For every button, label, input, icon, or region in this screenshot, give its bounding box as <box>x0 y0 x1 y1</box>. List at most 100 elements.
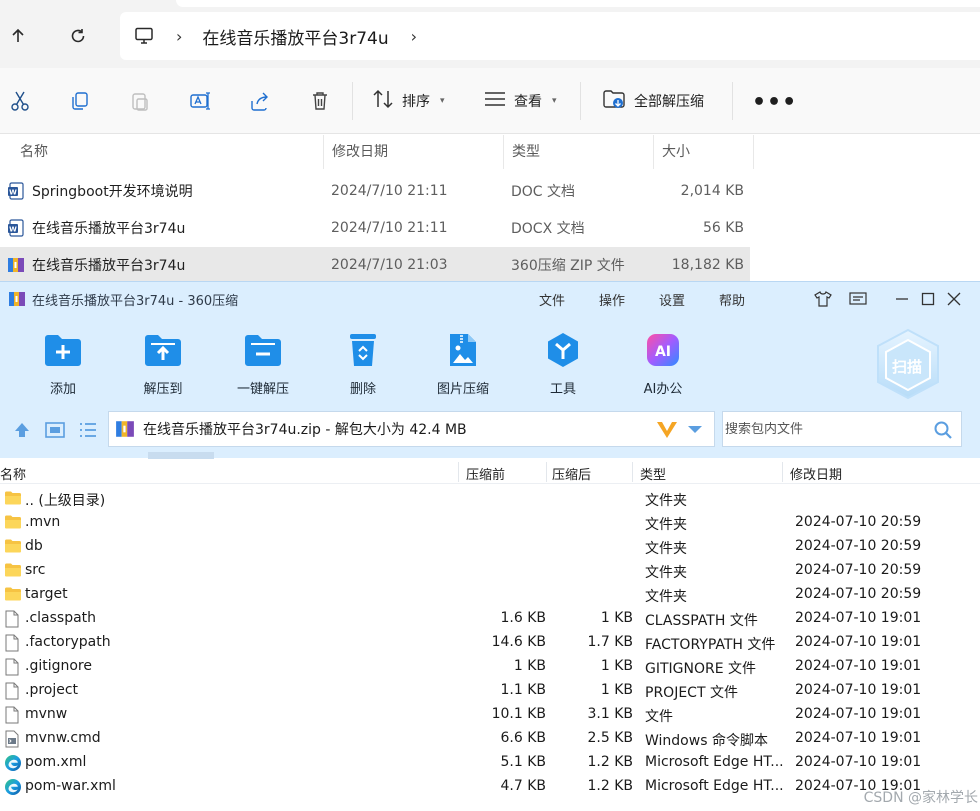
zip-list-row[interactable]: pom.xml 5.1 KB 1.2 KB Microsoft Edge HT... 2… <box>0 751 980 775</box>
file-row[interactable]: W Springboot开发环境说明 2024/7/10 21:11 DOC 文… <box>0 173 750 209</box>
cut-icon[interactable] <box>7 88 33 114</box>
view-button[interactable]: 查看 ▾ <box>484 88 557 114</box>
extract-folder-icon <box>143 330 183 370</box>
column-size[interactable]: 大小 <box>654 135 754 169</box>
chevron-right-icon[interactable]: › <box>411 27 417 46</box>
search-input[interactable] <box>725 421 925 437</box>
menu-settings[interactable]: 设置 <box>659 290 685 309</box>
entry-name: mvnw <box>25 706 68 722</box>
v-badge-icon[interactable] <box>655 419 679 445</box>
scan-button[interactable]: 扫描 <box>872 326 944 406</box>
menu-action[interactable]: 操作 <box>599 290 625 309</box>
edge-icon <box>4 754 22 776</box>
zip-list-row[interactable]: pom-war.xml 4.7 KB 1.2 KB Microsoft Edge HT… <box>0 775 980 799</box>
extract-all-button[interactable]: 全部解压缩 <box>602 88 704 114</box>
zip-list-row[interactable]: target 文件夹 2024-07-10 20:59 <box>0 583 980 607</box>
file-row[interactable]: W 在线音乐播放平台3r74u 2024/7/10 21:11 DOCX 文档 … <box>0 210 750 246</box>
cmd-script-icon <box>4 730 20 752</box>
column-date[interactable]: 修改日期 <box>324 135 504 169</box>
column-divider[interactable] <box>632 462 633 482</box>
entry-size-after: 1.2 KB <box>587 778 634 794</box>
delete-icon[interactable] <box>307 88 333 114</box>
zip-list-row[interactable]: .. (上级目录) 文件夹 <box>0 487 980 511</box>
image-compress-button[interactable]: 图片压缩 <box>421 330 505 397</box>
column-modified[interactable]: 修改日期 <box>790 464 842 483</box>
entry-type: 文件夹 <box>645 493 687 509</box>
share-icon[interactable] <box>247 88 273 114</box>
zip-list-row[interactable]: db 文件夹 2024-07-10 20:59 <box>0 535 980 559</box>
menu-help[interactable]: 帮助 <box>719 290 745 309</box>
paste-icon[interactable] <box>127 88 153 114</box>
file-row[interactable]: 在线音乐播放平台3r74u 2024/7/10 21:03 360压缩 ZIP … <box>0 247 750 283</box>
entry-type: Windows 命令脚本 <box>645 733 768 749</box>
extract-folder-icon <box>602 88 626 114</box>
list-view-icon[interactable] <box>78 420 98 444</box>
entry-name: db <box>25 538 43 554</box>
thumbnail-view-icon[interactable] <box>45 420 65 444</box>
entry-size-after: 1 KB <box>600 610 633 626</box>
word-doc-icon: W <box>7 182 25 204</box>
entry-name: src <box>25 562 46 578</box>
zip-list-row[interactable]: .gitignore 1 KB 1 KB GITIGNORE 文件 2024-07-10… <box>0 655 980 679</box>
entry-size-before: 10.1 KB <box>491 706 546 722</box>
zip-title-bar: 在线音乐播放平台3r74u - 360压缩 文件 操作 设置 帮助 <box>0 282 980 316</box>
zip-list-row[interactable]: .classpath 1.6 KB 1 KB CLASSPATH 文件 2024-07-… <box>0 607 980 631</box>
entry-name: .factorypath <box>25 634 111 650</box>
column-name[interactable]: 名称 <box>0 464 26 483</box>
column-type[interactable]: 类型 <box>504 135 654 169</box>
file-size: 18,182 KB <box>671 257 744 273</box>
tool-label: 解压到 <box>143 382 183 397</box>
entry-name: .mvn <box>25 514 61 530</box>
menu-file[interactable]: 文件 <box>539 290 565 309</box>
more-options-icon[interactable]: ••• <box>752 90 797 115</box>
column-name[interactable]: 名称 <box>12 135 324 169</box>
delete-button[interactable]: 删除 <box>321 330 405 397</box>
column-before[interactable]: 压缩前 <box>466 464 505 483</box>
breadcrumb[interactable]: 在线音乐播放平台3r74u <box>202 24 388 49</box>
address-bar[interactable]: › 在线音乐播放平台3r74u › <box>120 12 980 60</box>
extract-to-button[interactable]: 解压到 <box>121 330 205 397</box>
skin-shirt-icon[interactable] <box>813 289 833 309</box>
minimize-icon[interactable] <box>892 289 912 309</box>
close-icon[interactable] <box>944 289 964 309</box>
zip-list-row[interactable]: .factorypath 14.6 KB 1.7 KB FACTORYPATH 文件 2… <box>0 631 980 655</box>
folder-icon <box>4 490 22 510</box>
sort-button[interactable]: 排序 ▾ <box>372 88 445 114</box>
zip-list-row[interactable]: .mvn 文件夹 2024-07-10 20:59 <box>0 511 980 535</box>
svg-text:AI: AI <box>655 344 671 360</box>
add-button[interactable]: 添加 <box>21 330 105 397</box>
dropdown-arrow-icon[interactable] <box>687 422 703 440</box>
column-divider[interactable] <box>546 462 547 482</box>
zip-list-row[interactable]: mvnw.cmd 6.6 KB 2.5 KB Windows 命令脚本 2024-07-… <box>0 727 980 751</box>
entry-type: Microsoft Edge HT... <box>645 754 783 770</box>
archive-path-field[interactable]: 在线音乐播放平台3r74u.zip - 解包大小为 42.4 MB <box>108 411 715 447</box>
tools-button[interactable]: 工具 <box>521 330 605 397</box>
quick-extract-button[interactable]: 一键解压 <box>221 330 305 397</box>
entry-modified: 2024-07-10 19:01 <box>795 634 922 650</box>
refresh-icon[interactable] <box>64 22 92 50</box>
up-arrow-icon[interactable] <box>4 22 32 50</box>
search-box[interactable] <box>722 411 962 447</box>
horizontal-scroll-thumb[interactable] <box>148 452 214 459</box>
search-icon[interactable] <box>933 420 953 444</box>
column-after[interactable]: 压缩后 <box>552 464 591 483</box>
chevron-right-icon[interactable]: › <box>176 27 182 46</box>
ai-office-button[interactable]: AI AI办公 <box>621 330 705 397</box>
archive-path-text: 在线音乐播放平台3r74u.zip - 解包大小为 42.4 MB <box>143 422 467 438</box>
zip-list-row[interactable]: mvnw 10.1 KB 3.1 KB 文件 2024-07-10 19:01 <box>0 703 980 727</box>
entry-modified: 2024-07-10 19:01 <box>795 682 922 698</box>
watermark: CSDN @家林学长 <box>863 790 978 806</box>
maximize-icon[interactable] <box>918 289 938 309</box>
up-folder-icon[interactable] <box>12 420 32 444</box>
view-label: 查看 <box>514 94 542 110</box>
column-divider[interactable] <box>782 462 783 482</box>
copy-icon[interactable] <box>67 88 93 114</box>
zip-column-header: 名称 压缩前 压缩后 类型 修改日期 <box>0 460 980 484</box>
zip-list-row[interactable]: .project 1.1 KB 1 KB PROJECT 文件 2024-07-10 1… <box>0 679 980 703</box>
column-type[interactable]: 类型 <box>640 464 666 483</box>
rename-icon[interactable] <box>187 88 213 114</box>
column-divider[interactable] <box>458 462 459 482</box>
entry-name: .classpath <box>25 610 97 626</box>
feedback-icon[interactable] <box>848 289 868 309</box>
zip-list-row[interactable]: src 文件夹 2024-07-10 20:59 <box>0 559 980 583</box>
